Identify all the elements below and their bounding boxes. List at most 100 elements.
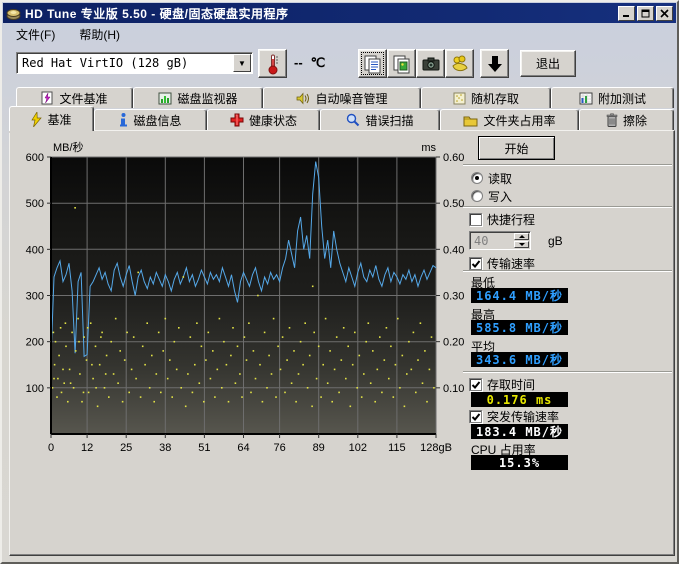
tab-disk-monitor[interactable]: 磁盘监视器	[133, 87, 263, 108]
svg-text:64: 64	[237, 442, 249, 454]
transfer-rate-label: 传输速率	[487, 255, 535, 272]
temperature-unit: ℃	[311, 55, 326, 71]
benchmark-tab-panel: 012253851647689102115128gB10020030040050…	[9, 130, 675, 556]
burst-rate-value: 183.4 MB/秒	[471, 424, 568, 439]
tab-extra-tests[interactable]: 附加测试	[551, 87, 674, 108]
burst-rate-checkbox[interactable]	[469, 410, 482, 423]
maximize-icon	[641, 9, 650, 18]
spinner-up-button[interactable]	[514, 233, 529, 240]
menu-help[interactable]: 帮助(H)	[75, 25, 124, 44]
copy-to-clipboard-button[interactable]	[358, 49, 387, 78]
health-icon	[230, 113, 244, 127]
svg-text:300: 300	[26, 291, 44, 303]
maximum-value: 585.8 MB/秒	[471, 320, 568, 335]
chevron-down-icon[interactable]: ▼	[233, 54, 251, 72]
tab-label: 基准	[47, 111, 71, 128]
separator	[463, 270, 672, 272]
thermometer-icon	[267, 53, 279, 75]
short-stroke-value: 40	[470, 234, 514, 248]
short-stroke-spinner[interactable]: 40	[469, 231, 531, 250]
svg-text:115: 115	[388, 442, 406, 454]
drive-select-value: Red Hat VirtIO (128 gB)	[17, 56, 233, 70]
start-button-label: 开始	[504, 140, 528, 157]
access-time-label: 存取时间	[487, 376, 535, 393]
write-radio[interactable]	[471, 190, 483, 202]
svg-text:0.50: 0.50	[443, 198, 464, 210]
svg-text:25: 25	[120, 442, 132, 454]
tab-random-access[interactable]: 随机存取	[421, 87, 551, 108]
tab-benchmark[interactable]: 基准	[9, 106, 94, 131]
down-arrow-icon	[487, 55, 503, 73]
tab-file-benchmark[interactable]: 文件基准	[16, 87, 133, 108]
tab-health[interactable]: 健康状态	[207, 109, 320, 130]
benchmark-chart: 012253851647689102115128gB10020030040050…	[11, 132, 466, 464]
minimize-button[interactable]	[618, 6, 635, 21]
svg-text:200: 200	[26, 337, 44, 349]
read-option-row: 读取	[471, 171, 512, 185]
svg-text:0.60: 0.60	[443, 152, 464, 164]
svg-text:500: 500	[26, 198, 44, 210]
drive-select[interactable]: Red Hat VirtIO (128 gB) ▼	[16, 52, 253, 74]
benchmark-icon	[31, 112, 42, 127]
svg-text:600: 600	[26, 152, 44, 164]
tab-erase[interactable]: 擦除	[579, 109, 674, 130]
tab-folder-usage[interactable]: 文件夹占用率	[440, 109, 579, 130]
copy-image-button[interactable]	[387, 49, 416, 78]
tab-error-scan[interactable]: 错误扫描	[320, 109, 440, 130]
camera-icon	[421, 54, 441, 74]
window-title: HD Tune 专业版 5.50 - 硬盘/固态硬盘实用程序	[25, 5, 288, 22]
donate-button[interactable]	[445, 49, 474, 78]
file-benchmark-icon	[41, 91, 54, 105]
svg-text:400: 400	[26, 244, 44, 256]
close-button[interactable]	[656, 6, 673, 21]
menu-file[interactable]: 文件(F)	[12, 25, 59, 44]
copy-icon	[363, 54, 383, 74]
menubar: 文件(F) 帮助(H)	[5, 25, 674, 44]
disk-info-icon	[119, 113, 128, 127]
tab-label: 文件夹占用率	[483, 112, 555, 129]
tab-disk-info[interactable]: 磁盘信息	[94, 109, 207, 130]
random-access-icon	[453, 92, 466, 105]
burst-rate-row: 突发传输速率	[469, 409, 559, 423]
svg-text:38: 38	[159, 442, 171, 454]
tab-label: 擦除	[623, 112, 647, 129]
minimize-icon	[622, 9, 631, 18]
access-time-checkbox[interactable]	[469, 378, 482, 391]
maximize-button[interactable]	[637, 6, 654, 21]
folder-usage-icon	[463, 114, 478, 127]
short-stroke-unit-label: gB	[548, 234, 563, 248]
start-button[interactable]: 开始	[478, 136, 555, 160]
read-radio[interactable]	[471, 172, 483, 184]
tab-auto-acoustic[interactable]: 自动噪音管理	[263, 87, 421, 108]
svg-text:89: 89	[313, 442, 325, 454]
svg-text:128gB: 128gB	[420, 442, 452, 454]
write-radio-label: 写入	[488, 188, 512, 205]
exit-button-label: 退出	[536, 55, 560, 72]
save-results-button[interactable]	[480, 49, 509, 78]
app-icon	[6, 6, 21, 21]
hand-coins-icon	[450, 54, 470, 74]
access-time-value: 0.176 ms	[471, 392, 568, 407]
burst-rate-label: 突发传输速率	[487, 408, 559, 425]
minimum-value: 164.4 MB/秒	[471, 288, 568, 303]
access-time-row: 存取时间	[469, 377, 535, 391]
screenshot-button[interactable]	[416, 49, 445, 78]
exit-button[interactable]: 退出	[520, 50, 576, 77]
svg-text:MB/秒: MB/秒	[53, 140, 84, 154]
transfer-rate-row: 传输速率	[469, 256, 535, 270]
short-stroke-checkbox[interactable]	[469, 213, 482, 226]
short-stroke-row: 快捷行程	[469, 212, 535, 226]
svg-text:0.40: 0.40	[443, 244, 464, 256]
temperature-button[interactable]	[258, 49, 287, 78]
short-stroke-label: 快捷行程	[487, 211, 535, 228]
extra-tests-icon	[579, 92, 593, 105]
transfer-rate-checkbox[interactable]	[469, 257, 482, 270]
svg-text:0.20: 0.20	[443, 337, 464, 349]
spinner-down-button[interactable]	[514, 241, 529, 248]
temperature-value: --	[294, 55, 303, 71]
tab-label: 文件基准	[59, 90, 107, 107]
tab-label: 附加测试	[598, 90, 646, 107]
erase-icon	[606, 113, 618, 127]
app-window: HD Tune 专业版 5.50 - 硬盘/固态硬盘实用程序 文件(F) 帮助(…	[0, 0, 679, 564]
titlebar[interactable]: HD Tune 专业版 5.50 - 硬盘/固态硬盘实用程序	[3, 3, 676, 23]
